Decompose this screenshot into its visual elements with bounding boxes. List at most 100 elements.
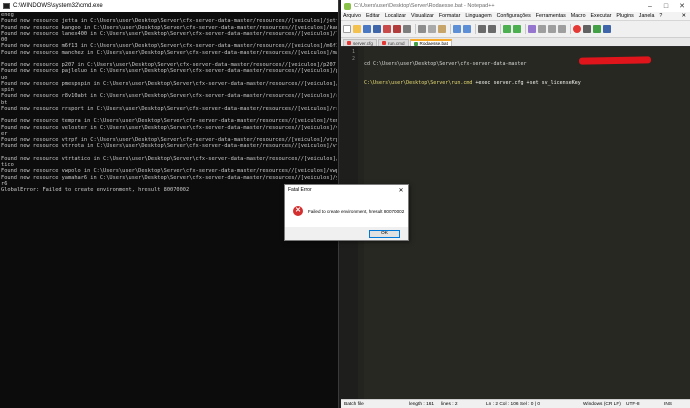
close-icon[interactable]: ✕: [674, 0, 690, 12]
status-file-type: Batch file: [344, 402, 364, 407]
fatal-error-dialog[interactable]: Fatal Error ✕ ✕ Failed to create environ…: [284, 184, 409, 241]
console-titlebar[interactable]: C:\WINDOWS\system32\cmd.exe: [0, 0, 338, 12]
save-icon[interactable]: [363, 25, 371, 33]
redo-icon[interactable]: [463, 25, 471, 33]
menu-ferramentas[interactable]: Ferramentas: [536, 13, 566, 19]
show-all-chars-icon[interactable]: [548, 25, 556, 33]
notepad-app-icon: [344, 2, 351, 10]
new-file-icon[interactable]: [343, 25, 351, 33]
close-file-icon[interactable]: [383, 25, 391, 33]
indent-guide-icon[interactable]: [558, 25, 566, 33]
toolbar-separator: [415, 24, 416, 34]
dialog-titlebar[interactable]: Fatal Error ✕: [285, 185, 408, 195]
copy-icon[interactable]: [428, 25, 436, 33]
cut-icon[interactable]: [418, 25, 426, 33]
status-eol: Windows (CR LF): [583, 402, 621, 407]
dialog-message: Failed to create environment, hresult 80…: [308, 208, 405, 214]
tab-run-cmd[interactable]: run.cmd: [377, 39, 409, 46]
zoom-out-icon[interactable]: [513, 25, 521, 33]
notepad-title: C:\Users\user\Desktop\Server\Rodaesse.ba…: [354, 3, 495, 9]
code-area[interactable]: cd C:\Users\user\Desktop\Server\cfx-serv…: [364, 47, 690, 399]
toolbar-separator: [570, 24, 571, 34]
menu-localizar[interactable]: Localizar: [385, 13, 406, 19]
stop-macro-icon[interactable]: [583, 25, 591, 33]
record-macro-icon[interactable]: [573, 25, 581, 33]
file-status-icon: [381, 41, 386, 45]
console-line: Found new resource vwpolo in C:\Users\us…: [1, 168, 337, 175]
sync-scroll-icon[interactable]: [528, 25, 536, 33]
console-line: Found new resource manchez in C:\Users\u…: [1, 49, 337, 56]
dialog-title: Fatal Error: [288, 187, 312, 193]
close-all-icon[interactable]: [393, 25, 401, 33]
code-line[interactable]: C:\Users\user\Desktop\Server\run.cmd +ex…: [364, 80, 690, 87]
file-status-icon: [413, 41, 418, 46]
line-number: 2: [351, 55, 355, 62]
maximize-icon[interactable]: □: [658, 0, 674, 12]
menu-editar[interactable]: Editar: [366, 13, 380, 19]
status-position: Ln : 2 Col : 106 Sel : 0 | 0: [486, 402, 541, 407]
code-path: C:\Users\user\Desktop\Server\run.cmd: [364, 79, 473, 86]
open-file-icon[interactable]: [353, 25, 361, 33]
notepad-titlebar[interactable]: C:\Users\user\Desktop\Server\Rodaesse.ba…: [341, 0, 690, 12]
ok-button[interactable]: OK: [369, 229, 400, 238]
print-icon[interactable]: [403, 25, 411, 33]
console-line: Found new resource tempra in C:\Users\us…: [1, 118, 337, 125]
code-args: +exec server.cfg +set sv_licenseKey: [472, 79, 584, 86]
redaction-mark: [578, 56, 652, 65]
zoom-in-icon[interactable]: [503, 25, 511, 33]
console-line: Found new resource r8v10abt in C:\Users\…: [1, 93, 337, 100]
console-line: Found new resource vtrrota in C:\Users\u…: [1, 143, 337, 150]
menu-help[interactable]: ?: [659, 13, 662, 19]
play-macro-icon[interactable]: [593, 25, 601, 33]
console-line: Found new resource yamahar6 in C:\Users\…: [1, 174, 337, 181]
menu-configuracoes[interactable]: Configurações: [497, 13, 531, 19]
status-encoding: UTF-8: [626, 402, 640, 407]
status-length: length : 161: [409, 402, 435, 407]
menu-macro[interactable]: Macro: [571, 13, 586, 19]
console-line: Found new resource veloster in C:\Users\…: [1, 124, 337, 131]
status-lines: lines : 2: [441, 402, 458, 407]
status-mode: INS: [664, 402, 672, 407]
console-line: Found new resource pajleluo in C:\Users\…: [1, 68, 337, 75]
toolbar: [341, 21, 690, 38]
console-line: Found new resource pmespspin in C:\Users…: [1, 80, 337, 87]
menu-linguagem[interactable]: Linguagem: [465, 13, 491, 19]
tab-label: Rodaesse.bat: [419, 41, 448, 46]
menu-formatar[interactable]: Formatar: [439, 13, 461, 19]
find-icon[interactable]: [478, 25, 486, 33]
paste-icon[interactable]: [438, 25, 446, 33]
tab-label: server.cfg: [353, 40, 373, 46]
toolbar-separator: [475, 24, 476, 34]
dialog-body: ✕ Failed to create environment, hresult …: [285, 195, 408, 227]
dialog-footer: OK: [285, 227, 408, 240]
save-all-icon[interactable]: [373, 25, 381, 33]
word-wrap-icon[interactable]: [538, 25, 546, 33]
console-line: Found new resource rrsport in C:\Users\u…: [1, 105, 337, 112]
status-bar: Batch file length : 161 lines : 2 Ln : 2…: [341, 399, 690, 408]
error-icon: ✕: [293, 206, 303, 216]
console-line: Found new resource lanex400 in C:\Users\…: [1, 30, 337, 37]
console-line: Found new resource vtrtatico in C:\Users…: [1, 155, 337, 162]
menu-bar: Arquivo Editar Localizar Visualizar Form…: [341, 12, 690, 21]
file-status-icon: [347, 41, 351, 45]
tab-server-cfg[interactable]: server.cfg: [343, 39, 377, 46]
menu-arquivo[interactable]: Arquivo: [343, 13, 361, 19]
dialog-close-icon[interactable]: ✕: [394, 187, 408, 194]
cmd-icon: [3, 3, 10, 9]
toolbar-separator: [450, 24, 451, 34]
menu-executar[interactable]: Executar: [591, 13, 612, 19]
menu-plugins[interactable]: Plugins: [616, 13, 633, 19]
menu-janela[interactable]: Janela: [639, 13, 655, 19]
tab-label: run.cmd: [387, 40, 405, 46]
console-line: Found new resource m6f13 in C:\Users\use…: [1, 43, 337, 50]
tab-rodaesse-bat[interactable]: Rodaesse.bat: [409, 39, 452, 46]
menu-visualizar[interactable]: Visualizar: [411, 13, 434, 19]
console-line: Found new resource kangoo in C:\Users\us…: [1, 24, 337, 31]
toolbar-separator: [500, 24, 501, 34]
close-document-icon[interactable]: ✕: [682, 13, 686, 19]
replace-icon[interactable]: [488, 25, 496, 33]
save-macro-icon[interactable]: [603, 25, 611, 33]
undo-icon[interactable]: [453, 25, 461, 33]
minimize-icon[interactable]: –: [642, 0, 658, 12]
toolbar-separator: [525, 24, 526, 34]
